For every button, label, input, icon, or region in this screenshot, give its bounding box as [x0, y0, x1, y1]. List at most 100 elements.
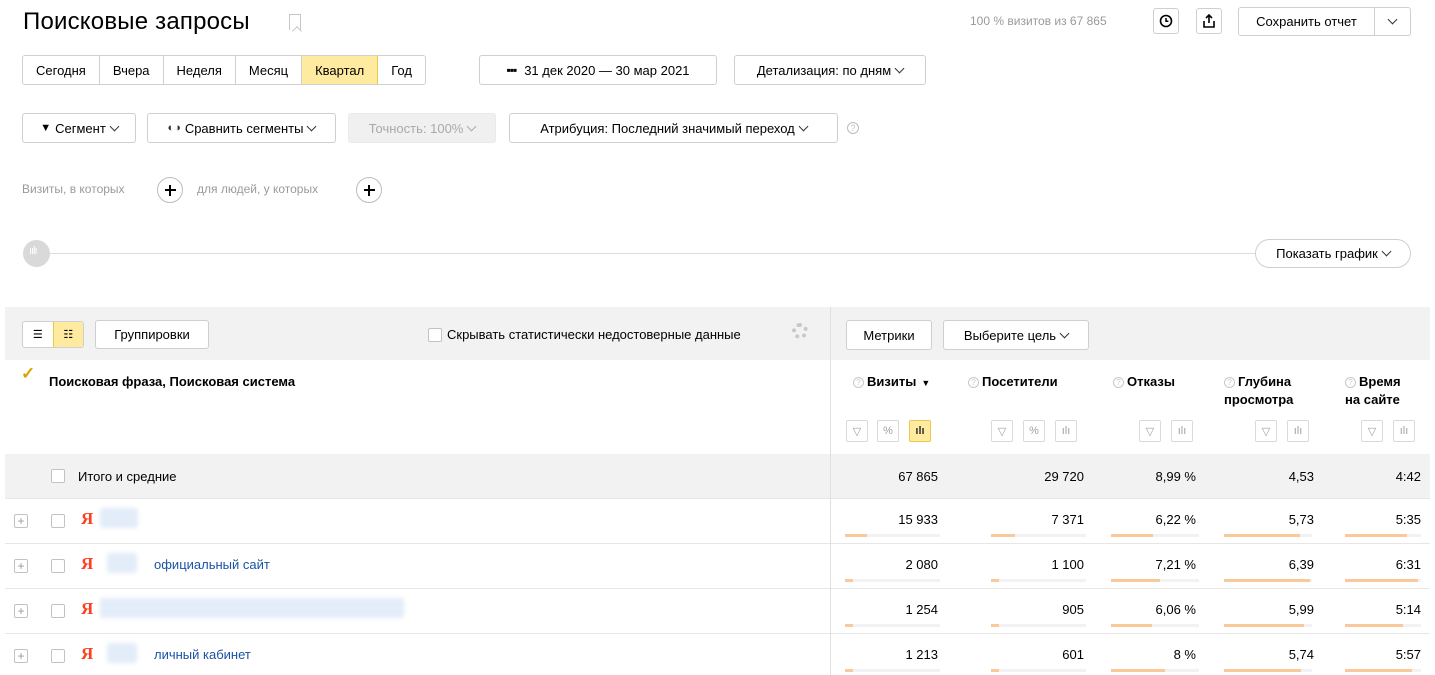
tree-view-icon[interactable]: ☷ [52, 322, 83, 347]
help-icon[interactable]: ? [968, 377, 979, 388]
cell-visits: 1 254 [905, 602, 938, 617]
history-button[interactable] [1153, 8, 1179, 34]
column-time-label-2: на сайте [1345, 392, 1400, 407]
column-divider [830, 307, 831, 675]
dimension-header[interactable]: Поисковая фраза, Поисковая система [49, 373, 295, 391]
expand-row-button[interactable]: + [14, 604, 28, 618]
expand-row-button[interactable]: + [14, 559, 28, 573]
search-phrase-link[interactable]: официальный сайт [154, 557, 270, 572]
period-tabs: Сегодня Вчера Неделя Месяц Квартал Год [22, 55, 426, 85]
percent-icon[interactable]: % [877, 420, 899, 442]
checkmark-icon[interactable]: ✓ [21, 364, 35, 384]
column-visits[interactable]: ? Визиты ▼ [853, 373, 930, 392]
filter-icon[interactable]: ▽ [1139, 420, 1161, 442]
tab-quarter[interactable]: Квартал [302, 56, 379, 84]
bookmark-icon[interactable] [289, 14, 301, 30]
show-chart-button[interactable]: Показать график [1255, 239, 1411, 268]
hide-unreliable-checkbox[interactable] [428, 328, 442, 342]
totals-checkbox[interactable] [51, 469, 65, 483]
column-bounces[interactable]: ? Отказы [1113, 373, 1175, 391]
export-button[interactable] [1196, 8, 1222, 34]
choose-goal-dropdown[interactable]: Выберите цель [943, 320, 1089, 350]
gear-icon[interactable] [792, 323, 808, 339]
cell-visits: 1 213 [905, 647, 938, 662]
sort-desc-icon: ▼ [921, 378, 931, 388]
search-phrase-link[interactable]: личный кабинет [154, 647, 251, 662]
filter-icon[interactable]: ▽ [991, 420, 1013, 442]
filter-icon[interactable]: ▽ [846, 420, 868, 442]
groupings-button[interactable]: Группировки [95, 320, 209, 349]
column-depth[interactable]: ? Глубина просмотра [1224, 373, 1314, 409]
cell-depth-bar-fill [1224, 579, 1310, 582]
cell-visits-bar-fill [845, 669, 853, 672]
calendar-icon: ▪▪▪ [506, 63, 517, 77]
list-view-icon[interactable]: ☰ [23, 322, 53, 347]
cell-visitors-bar-fill [991, 534, 1015, 537]
cell-visits-bar-fill [845, 579, 853, 582]
cell-visits: 15 933 [898, 512, 938, 527]
column-visitors[interactable]: ? Посетители [968, 373, 1058, 391]
compare-segments-dropdown[interactable]: ◐◑ Сравнить сегменты [147, 113, 336, 143]
chart-icon[interactable] [23, 240, 50, 267]
cell-time: 5:57 [1395, 647, 1421, 662]
column-visits-label: Визиты [867, 374, 917, 389]
cell-bounces-bar [1111, 579, 1199, 582]
column-bounces-label: Отказы [1127, 374, 1175, 389]
chevron-down-icon [1059, 328, 1070, 338]
filter-icon[interactable]: ▽ [1361, 420, 1383, 442]
row-checkbox[interactable] [51, 514, 65, 528]
bar-chart-icon[interactable]: ılı [1393, 420, 1415, 442]
cell-depth-bar-fill [1224, 624, 1305, 627]
bar-chart-icon[interactable]: ılı [1287, 420, 1309, 442]
cell-bounces-bar-fill [1111, 534, 1153, 537]
add-people-condition-button[interactable] [356, 177, 382, 203]
tab-month[interactable]: Месяц [235, 56, 303, 84]
help-icon[interactable]: ? [1345, 377, 1356, 388]
save-report-menu-button[interactable] [1374, 7, 1411, 36]
help-icon[interactable]: ? [1224, 377, 1235, 388]
metrics-button[interactable]: Метрики [846, 320, 932, 350]
cell-visits-bar [845, 624, 940, 627]
save-report-button[interactable]: Сохранить отчет [1238, 7, 1375, 36]
column-time[interactable]: ? Время на сайте [1345, 373, 1425, 409]
expand-row-button[interactable]: + [14, 649, 28, 663]
filter-icon[interactable]: ▽ [1255, 420, 1277, 442]
cell-visitors-bar-fill [991, 624, 999, 627]
date-range-button[interactable]: ▪▪▪ 31 дек 2020 — 30 мар 2021 [479, 55, 717, 85]
cell-time-bar [1345, 579, 1421, 582]
tab-year[interactable]: Год [378, 56, 425, 84]
cell-bounces: 7,21 % [1155, 557, 1196, 572]
bar-chart-icon[interactable]: ılı [909, 420, 931, 442]
detail-dropdown[interactable]: Детализация: по дням [734, 55, 926, 85]
cell-visits-bar [845, 669, 940, 672]
cell-visits-bar [845, 579, 940, 582]
tab-today[interactable]: Сегодня [23, 56, 100, 84]
tab-yesterday[interactable]: Вчера [99, 56, 164, 84]
attribution-label: Атрибуция: Последний значимый переход [540, 120, 795, 136]
cell-visits: 2 080 [905, 557, 938, 572]
attribution-dropdown[interactable]: Атрибуция: Последний значимый переход [509, 113, 838, 143]
help-icon[interactable]: ? [1113, 377, 1124, 388]
cell-bounces: 6,06 % [1155, 602, 1196, 617]
totals-visits: 67 865 [898, 469, 938, 484]
row-checkbox[interactable] [51, 649, 65, 663]
help-icon[interactable]: ? [847, 122, 859, 134]
totals-label: Итого и средние [78, 469, 177, 484]
bar-chart-icon[interactable]: ılı [1171, 420, 1193, 442]
chevron-down-icon [798, 121, 809, 131]
tab-week[interactable]: Неделя [163, 56, 236, 84]
cell-visits-bar-fill [845, 624, 853, 627]
cell-time-bar-fill [1345, 534, 1408, 537]
percent-icon[interactable]: % [1023, 420, 1045, 442]
add-visit-condition-button[interactable] [157, 177, 183, 203]
cell-time-bar [1345, 624, 1421, 627]
row-checkbox[interactable] [51, 604, 65, 618]
hide-unreliable-label: Скрывать статистически недостоверные дан… [447, 327, 741, 342]
segment-dropdown[interactable]: ▼ Сегмент [22, 113, 136, 143]
bar-chart-icon[interactable]: ılı [1055, 420, 1077, 442]
compare-icon: ◐◑ [167, 122, 181, 134]
table-row[interactable] [5, 498, 1430, 543]
help-icon[interactable]: ? [853, 377, 864, 388]
row-checkbox[interactable] [51, 559, 65, 573]
expand-row-button[interactable]: + [14, 514, 28, 528]
